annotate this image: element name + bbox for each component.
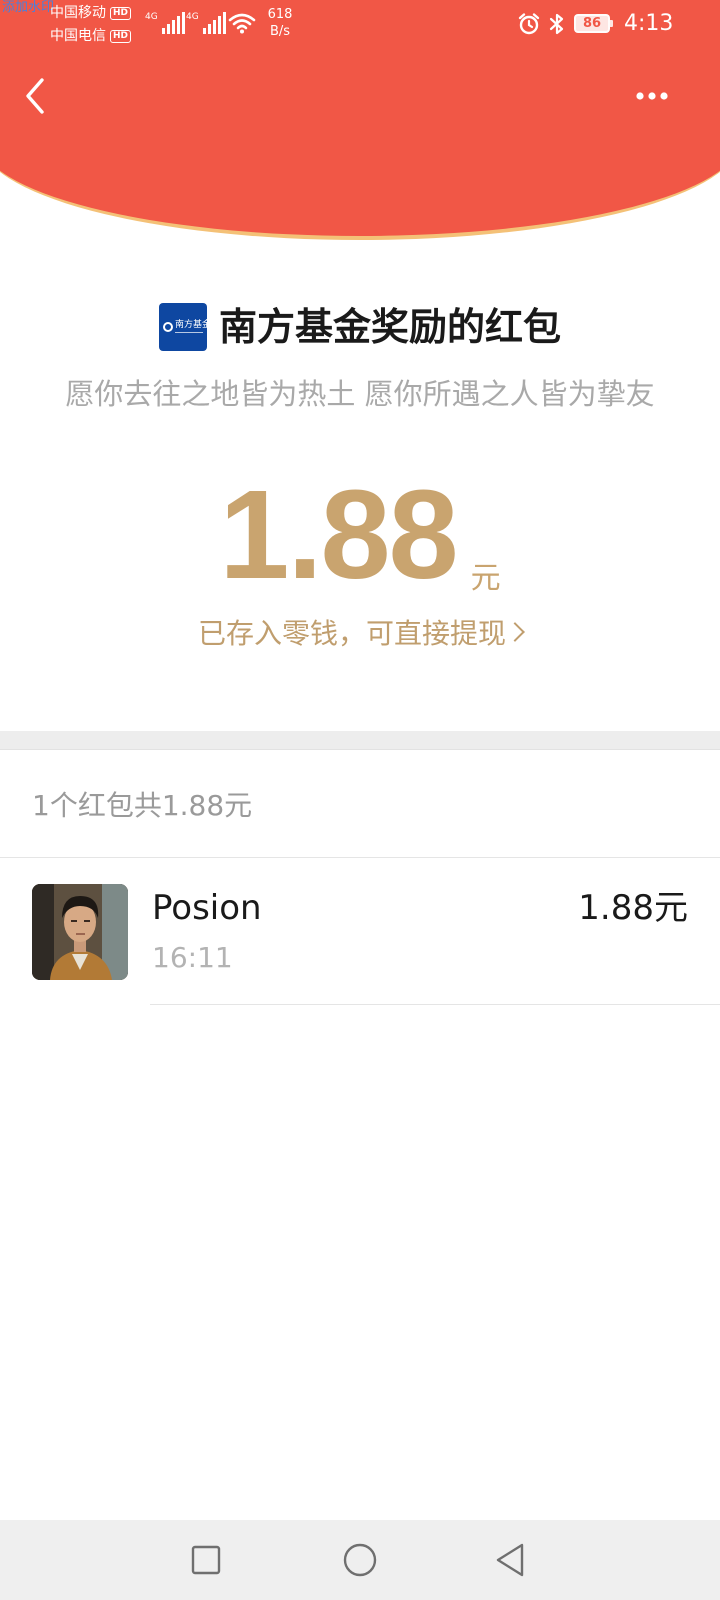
home-button[interactable]: [340, 1540, 380, 1580]
system-back-button[interactable]: [492, 1540, 532, 1580]
back-button[interactable]: [18, 72, 58, 120]
section-separator: [0, 731, 720, 750]
record-amount: 1.88元: [578, 888, 688, 928]
status-time: 4:13: [624, 11, 674, 36]
wifi-icon: [228, 13, 256, 34]
back-triangle-icon: [496, 1543, 524, 1577]
sender-title: 南方基金奖励的红包: [218, 305, 561, 349]
signal-1-icon: 4G: [145, 12, 185, 34]
record-name: Posion: [152, 888, 262, 928]
network-type-label: 4G: [186, 12, 199, 22]
carrier-2: 中国电信 HD: [50, 28, 132, 44]
amount-unit: 元: [470, 561, 501, 596]
more-button[interactable]: [636, 78, 688, 114]
hd-badge: HD: [110, 6, 132, 20]
sender-logo-text: 南方基金: [174, 320, 207, 330]
carrier-2-label: 中国电信: [50, 28, 106, 44]
avatar[interactable]: [32, 884, 128, 980]
home-icon: [343, 1543, 377, 1577]
divider: [150, 1004, 720, 1005]
chevron-left-icon: [26, 78, 44, 114]
watermark-text: 添加水印: [2, 0, 55, 15]
amount-value: 1.88: [219, 464, 458, 605]
blessing-text: 愿你去往之地皆为热土 愿你所遇之人皆为挚友: [65, 377, 655, 411]
network-type-label: 4G: [145, 12, 158, 22]
amount-display: 1.88 元: [0, 470, 720, 600]
sender-row: 南方基金 南方基金奖励的红包: [0, 300, 720, 354]
alarm-icon: [518, 13, 540, 35]
avatar-photo: [32, 884, 128, 980]
system-nav-bar: [0, 1520, 720, 1600]
battery-icon: 86: [574, 14, 613, 33]
record-time: 16:11: [152, 941, 233, 974]
withdraw-link-label: 已存入零钱，可直接提现: [197, 617, 506, 650]
bluetooth-icon: [549, 13, 564, 35]
carrier-1-label: 中国移动: [50, 5, 106, 21]
net-speed-value: 618: [267, 7, 293, 22]
recent-apps-button[interactable]: [186, 1540, 226, 1580]
chevron-right-icon: [505, 622, 525, 642]
withdraw-link[interactable]: 已存入零钱，可直接提现: [0, 612, 720, 656]
sender-logo: 南方基金: [158, 303, 207, 351]
carrier-1: 中国移动 HD: [50, 5, 132, 21]
list-item[interactable]: Posion 16:11 1.88元: [0, 858, 720, 1004]
envelope-summary: 1个红包共1.88元: [32, 789, 253, 822]
net-speed: 618 B/s: [265, 6, 295, 40]
recent-apps-icon: [191, 1545, 221, 1575]
hd-badge: HD: [110, 29, 132, 43]
more-dots-icon: [636, 92, 668, 100]
net-speed-unit: B/s: [269, 24, 291, 39]
status-bar: 添加水印 中国移动 HD 中国电信 HD 4G 4G 618 B/s 86 4:…: [0, 0, 720, 44]
fund-logo-mark-icon: [162, 322, 173, 332]
signal-2-icon: 4G: [186, 12, 226, 34]
